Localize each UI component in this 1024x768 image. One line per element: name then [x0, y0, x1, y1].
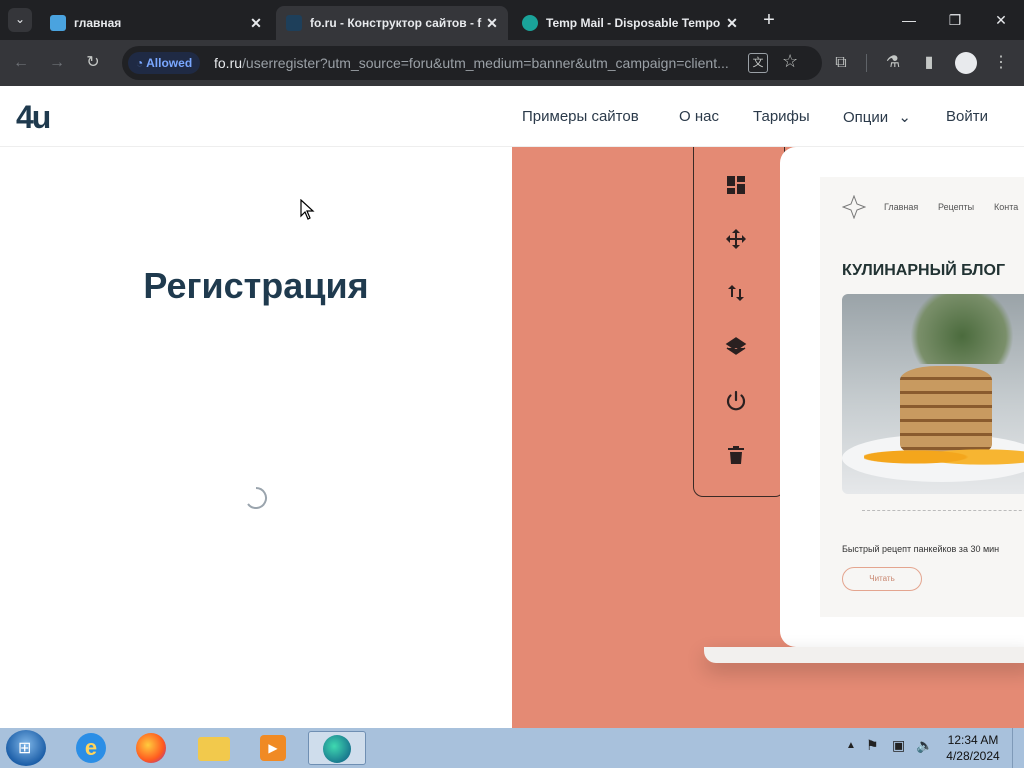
url-text[interactable]: fo.ru/userregister?utm_source=foru&utm_m… — [214, 55, 734, 71]
tab-search-button[interactable]: ⌄ — [8, 8, 32, 32]
site-favicon-icon — [50, 15, 66, 31]
profile-avatar-icon[interactable] — [955, 52, 977, 74]
preview-nav-home: Главная — [884, 202, 919, 212]
network-icon[interactable]: ▣ — [892, 737, 905, 754]
plant-shape — [902, 294, 1022, 364]
side-panel-icon[interactable]: ▮ — [918, 52, 940, 74]
labs-flask-icon[interactable]: ⚗ — [882, 52, 904, 74]
foru-favicon-icon — [286, 15, 302, 31]
url-host: fo.ru — [214, 55, 243, 71]
chevron-down-icon: ⌄ — [14, 12, 26, 26]
trash-icon — [728, 446, 744, 464]
start-button[interactable]: ⊞ — [6, 730, 46, 766]
nav-examples[interactable]: Примеры сайтов — [522, 108, 639, 125]
tab-title: fo.ru - Конструктор сайтов - f — [310, 16, 482, 30]
page-title: Регистрация — [143, 265, 369, 306]
move-arrows-icon — [726, 229, 746, 249]
windows-logo-icon: ⊞ — [18, 740, 32, 757]
swap-vertical-icon — [728, 285, 744, 301]
tab-temp-mail[interactable]: Temp Mail - Disposable Tempo ✕ — [512, 6, 748, 40]
site-info-badge[interactable]: ◔ Allowed — [128, 52, 201, 74]
shield-icon: ◔ — [136, 56, 147, 70]
clock[interactable]: 12:34 AM 4/28/2024 — [940, 732, 1006, 764]
extensions-icon[interactable]: ⧉ — [830, 52, 852, 74]
browser-tab-strip: ⌄ главная ✕ fo.ru - Конструктор сайтов -… — [0, 0, 1024, 40]
action-center-flag-icon[interactable]: ⚑ — [866, 737, 879, 754]
dashed-divider — [862, 510, 1024, 511]
pancake-photo — [842, 294, 1024, 494]
sparkle-logo-icon — [842, 195, 866, 219]
address-bar[interactable]: ◔ Allowed fo.ru/userregister?utm_source=… — [122, 46, 822, 80]
show-hidden-icons-icon[interactable]: ▲ — [846, 740, 856, 751]
badge-label: Allowed — [146, 56, 193, 70]
orange-slices — [864, 442, 1024, 472]
chevron-down-icon: ⌄ — [898, 109, 911, 126]
bookmark-star-icon[interactable]: ☆ — [782, 51, 798, 72]
preview-read-label: Читать — [869, 574, 895, 583]
laptop-screen: Главная Рецепты Конта КУЛИНАРНЫЙ БЛОГ Бы… — [780, 147, 1024, 647]
preview-nav-contacts: Конта — [994, 202, 1019, 212]
preview-page: Главная Рецепты Конта КУЛИНАРНЫЙ БЛОГ Бы… — [820, 177, 1024, 617]
logo-text: 4u — [16, 99, 51, 135]
preview-caption: Быстрый рецепт панкейков за 30 мин — [842, 544, 1000, 554]
firefox-icon[interactable] — [126, 731, 176, 765]
forward-icon[interactable]: → — [46, 52, 68, 74]
site-header: 4u Примеры сайтов О нас Тарифы Опции ⌄ В… — [0, 87, 1024, 147]
nav-options[interactable]: Опции ⌄ — [843, 108, 911, 126]
browser-toolbar: ← → ↻ ◔ Allowed fo.ru/userregister?utm_s… — [0, 40, 1024, 86]
menu-kebab-icon[interactable]: ⋮ — [990, 52, 1012, 74]
nav-login[interactable]: Войти — [946, 108, 988, 125]
close-icon[interactable]: ✕ — [482, 15, 502, 32]
new-tab-button[interactable]: + — [756, 8, 782, 32]
reload-icon[interactable]: ↻ — [82, 52, 104, 74]
windows-taskbar: ⊞ e ▶ ▲ ⚑ ▣ 🔈 12:34 AM 4/28/2024 — [0, 728, 1024, 768]
layers-icon — [725, 337, 747, 355]
tab-foru[interactable]: fo.ru - Конструктор сайтов - f ✕ — [276, 6, 508, 40]
url-path: /userregister?utm_source=foru&utm_medium… — [242, 55, 729, 71]
clock-time: 12:34 AM — [947, 733, 999, 747]
nav-about[interactable]: О нас — [679, 108, 719, 125]
media-player-icon[interactable]: ▶ — [248, 731, 298, 765]
editor-tool-panel — [693, 147, 785, 497]
clock-date: 4/28/2024 — [946, 749, 1000, 763]
layout-grid-icon — [727, 176, 745, 194]
back-icon[interactable]: ← — [10, 52, 32, 74]
power-icon — [726, 390, 746, 411]
toolbar-divider — [866, 54, 867, 72]
tab-glavnaya[interactable]: главная ✕ — [40, 6, 272, 40]
close-window-button[interactable]: ✕ — [988, 8, 1014, 32]
restore-button[interactable]: ❐ — [942, 8, 968, 32]
file-explorer-icon[interactable] — [188, 731, 238, 765]
nav-options-label: Опции — [843, 109, 889, 126]
show-desktop-button[interactable] — [1012, 728, 1024, 768]
tab-title: главная — [74, 16, 122, 30]
preview-nav-recipes: Рецепты — [938, 202, 975, 212]
close-icon[interactable]: ✕ — [246, 15, 266, 32]
active-app-icon[interactable] — [308, 731, 366, 765]
preview-heading: КУЛИНАРНЫЙ БЛОГ — [842, 262, 1006, 279]
temp-mail-favicon-icon — [522, 15, 538, 31]
preview-read-button: Читать — [842, 567, 922, 591]
volume-muted-icon[interactable]: 🔈 — [916, 737, 933, 754]
close-icon[interactable]: ✕ — [722, 15, 742, 32]
site-logo[interactable]: 4u — [16, 99, 51, 135]
mouse-cursor-icon — [300, 199, 315, 220]
minimize-button[interactable]: — — [896, 8, 922, 32]
nav-pricing[interactable]: Тарифы — [753, 108, 810, 125]
internet-explorer-icon[interactable]: e — [66, 731, 116, 765]
hero-illustration: Главная Рецепты Конта КУЛИНАРНЫЙ БЛОГ Бы… — [512, 147, 1024, 728]
laptop-base — [704, 647, 1024, 663]
tab-title: Temp Mail - Disposable Tempo — [546, 16, 721, 30]
loading-spinner-icon — [247, 487, 267, 509]
translate-icon[interactable]: 文 — [748, 53, 768, 73]
